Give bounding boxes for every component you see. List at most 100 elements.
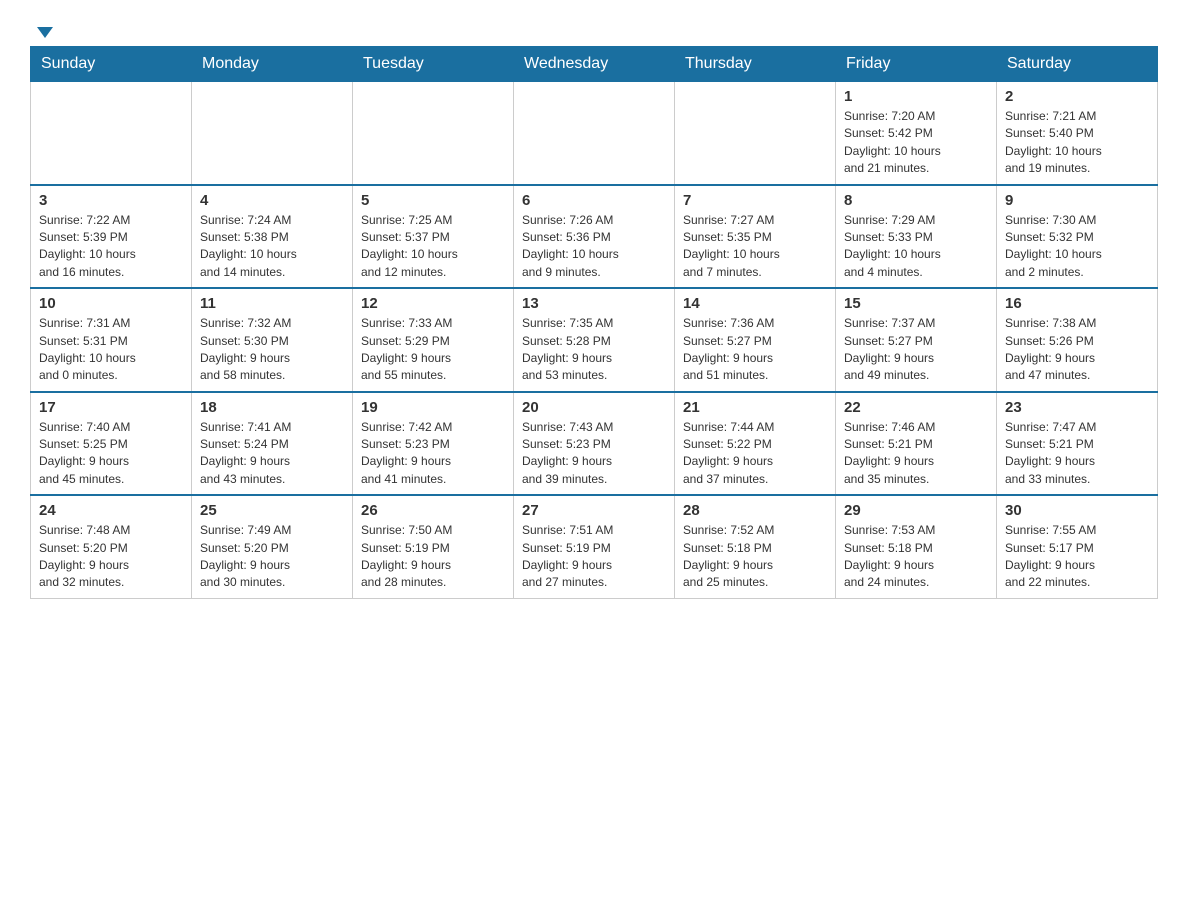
weekday-header-row: SundayMondayTuesdayWednesdayThursdayFrid…	[31, 47, 1158, 82]
calendar-day-cell: 26Sunrise: 7:50 AMSunset: 5:19 PMDayligh…	[353, 495, 514, 598]
day-info: Sunrise: 7:52 AMSunset: 5:18 PMDaylight:…	[683, 522, 827, 592]
calendar-day-cell	[675, 82, 836, 185]
calendar-week-row: 24 Sunrise: 7:48 AMSunset: 5:20 PMDayligh…	[31, 495, 1158, 598]
weekday-header-tuesday: Tuesday	[353, 47, 514, 82]
day-number: 13	[522, 295, 666, 312]
calendar-day-cell: 9 Sunrise: 7:30 AMSunset: 5:32 PMDaylight…	[997, 185, 1158, 289]
day-info: Sunrise: 7:30 AMSunset: 5:32 PMDaylight:…	[1005, 212, 1149, 282]
day-info: Sunrise: 7:47 AMSunset: 5:21 PMDaylight:…	[1005, 419, 1149, 489]
day-info: Sunrise: 7:35 AMSunset: 5:28 PMDaylight:…	[522, 315, 666, 385]
calendar-day-cell	[353, 82, 514, 185]
day-number: 8	[844, 192, 988, 209]
weekday-header-wednesday: Wednesday	[514, 47, 675, 82]
calendar-day-cell: 23 Sunrise: 7:47 AMSunset: 5:21 PMDayligh…	[997, 392, 1158, 496]
calendar-day-cell: 10 Sunrise: 7:31 AMSunset: 5:31 PMDayligh…	[31, 288, 192, 392]
logo	[30, 20, 53, 36]
calendar-day-cell: 19Sunrise: 7:42 AMSunset: 5:23 PMDayligh…	[353, 392, 514, 496]
day-info: Sunrise: 7:49 AMSunset: 5:20 PMDaylight:…	[200, 522, 344, 592]
calendar-day-cell: 18 Sunrise: 7:41 AMSunset: 5:24 PMDayligh…	[192, 392, 353, 496]
day-number: 27	[522, 502, 666, 519]
day-number: 6	[522, 192, 666, 209]
day-info: Sunrise: 7:29 AMSunset: 5:33 PMDaylight:…	[844, 212, 988, 282]
day-number: 19	[361, 399, 505, 416]
day-number: 4	[200, 192, 344, 209]
calendar-day-cell: 24 Sunrise: 7:48 AMSunset: 5:20 PMDayligh…	[31, 495, 192, 598]
day-number: 5	[361, 192, 505, 209]
day-number: 10	[39, 295, 183, 312]
calendar-day-cell: 8 Sunrise: 7:29 AMSunset: 5:33 PMDaylight…	[836, 185, 997, 289]
day-number: 21	[683, 399, 827, 416]
calendar-day-cell	[192, 82, 353, 185]
day-number: 15	[844, 295, 988, 312]
day-info: Sunrise: 7:40 AMSunset: 5:25 PMDaylight:…	[39, 419, 183, 489]
day-number: 30	[1005, 502, 1149, 519]
calendar-day-cell: 5 Sunrise: 7:25 AMSunset: 5:37 PMDaylight…	[353, 185, 514, 289]
day-info: Sunrise: 7:31 AMSunset: 5:31 PMDaylight:…	[39, 315, 183, 385]
day-number: 29	[844, 502, 988, 519]
day-info: Sunrise: 7:33 AMSunset: 5:29 PMDaylight:…	[361, 315, 505, 385]
calendar-day-cell: 11 Sunrise: 7:32 AMSunset: 5:30 PMDayligh…	[192, 288, 353, 392]
calendar-table: SundayMondayTuesdayWednesdayThursdayFrid…	[30, 46, 1158, 599]
day-info: Sunrise: 7:21 AMSunset: 5:40 PMDaylight:…	[1005, 108, 1149, 178]
day-number: 11	[200, 295, 344, 312]
calendar-day-cell: 27 Sunrise: 7:51 AMSunset: 5:19 PMDayligh…	[514, 495, 675, 598]
day-info: Sunrise: 7:46 AMSunset: 5:21 PMDaylight:…	[844, 419, 988, 489]
calendar-day-cell: 21Sunrise: 7:44 AMSunset: 5:22 PMDayligh…	[675, 392, 836, 496]
calendar-day-cell: 2 Sunrise: 7:21 AMSunset: 5:40 PMDaylight…	[997, 82, 1158, 185]
day-info: Sunrise: 7:48 AMSunset: 5:20 PMDaylight:…	[39, 522, 183, 592]
day-number: 9	[1005, 192, 1149, 209]
day-info: Sunrise: 7:25 AMSunset: 5:37 PMDaylight:…	[361, 212, 505, 282]
day-number: 3	[39, 192, 183, 209]
day-info: Sunrise: 7:37 AMSunset: 5:27 PMDaylight:…	[844, 315, 988, 385]
day-info: Sunrise: 7:22 AMSunset: 5:39 PMDaylight:…	[39, 212, 183, 282]
page-header	[30, 20, 1158, 36]
weekday-header-thursday: Thursday	[675, 47, 836, 82]
calendar-day-cell: 15 Sunrise: 7:37 AMSunset: 5:27 PMDayligh…	[836, 288, 997, 392]
calendar-week-row: 17 Sunrise: 7:40 AMSunset: 5:25 PMDayligh…	[31, 392, 1158, 496]
calendar-day-cell: 17 Sunrise: 7:40 AMSunset: 5:25 PMDayligh…	[31, 392, 192, 496]
day-info: Sunrise: 7:38 AMSunset: 5:26 PMDaylight:…	[1005, 315, 1149, 385]
day-number: 23	[1005, 399, 1149, 416]
day-number: 28	[683, 502, 827, 519]
day-info: Sunrise: 7:55 AMSunset: 5:17 PMDaylight:…	[1005, 522, 1149, 592]
calendar-week-row: 10 Sunrise: 7:31 AMSunset: 5:31 PMDayligh…	[31, 288, 1158, 392]
calendar-day-cell: 7 Sunrise: 7:27 AMSunset: 5:35 PMDaylight…	[675, 185, 836, 289]
calendar-day-cell: 16Sunrise: 7:38 AMSunset: 5:26 PMDayligh…	[997, 288, 1158, 392]
calendar-day-cell: 30 Sunrise: 7:55 AMSunset: 5:17 PMDayligh…	[997, 495, 1158, 598]
day-info: Sunrise: 7:27 AMSunset: 5:35 PMDaylight:…	[683, 212, 827, 282]
logo-arrow-icon	[37, 27, 53, 38]
day-number: 22	[844, 399, 988, 416]
calendar-day-cell: 6 Sunrise: 7:26 AMSunset: 5:36 PMDaylight…	[514, 185, 675, 289]
day-number: 7	[683, 192, 827, 209]
calendar-week-row: 1Sunrise: 7:20 AMSunset: 5:42 PMDaylight…	[31, 82, 1158, 185]
day-number: 17	[39, 399, 183, 416]
calendar-day-cell: 12 Sunrise: 7:33 AMSunset: 5:29 PMDayligh…	[353, 288, 514, 392]
weekday-header-monday: Monday	[192, 47, 353, 82]
day-number: 2	[1005, 88, 1149, 105]
calendar-day-cell: 4 Sunrise: 7:24 AMSunset: 5:38 PMDaylight…	[192, 185, 353, 289]
day-number: 12	[361, 295, 505, 312]
calendar-week-row: 3 Sunrise: 7:22 AMSunset: 5:39 PMDaylight…	[31, 185, 1158, 289]
calendar-day-cell: 13 Sunrise: 7:35 AMSunset: 5:28 PMDayligh…	[514, 288, 675, 392]
day-info: Sunrise: 7:24 AMSunset: 5:38 PMDaylight:…	[200, 212, 344, 282]
day-number: 24	[39, 502, 183, 519]
day-info: Sunrise: 7:26 AMSunset: 5:36 PMDaylight:…	[522, 212, 666, 282]
calendar-day-cell: 29Sunrise: 7:53 AMSunset: 5:18 PMDayligh…	[836, 495, 997, 598]
calendar-day-cell: 28 Sunrise: 7:52 AMSunset: 5:18 PMDayligh…	[675, 495, 836, 598]
day-info: Sunrise: 7:41 AMSunset: 5:24 PMDaylight:…	[200, 419, 344, 489]
day-number: 25	[200, 502, 344, 519]
calendar-day-cell: 25 Sunrise: 7:49 AMSunset: 5:20 PMDayligh…	[192, 495, 353, 598]
calendar-day-cell: 3 Sunrise: 7:22 AMSunset: 5:39 PMDaylight…	[31, 185, 192, 289]
day-number: 18	[200, 399, 344, 416]
weekday-header-saturday: Saturday	[997, 47, 1158, 82]
calendar-day-cell: 20Sunrise: 7:43 AMSunset: 5:23 PMDayligh…	[514, 392, 675, 496]
day-info: Sunrise: 7:20 AMSunset: 5:42 PMDaylight:…	[844, 108, 988, 178]
day-info: Sunrise: 7:43 AMSunset: 5:23 PMDaylight:…	[522, 419, 666, 489]
day-info: Sunrise: 7:51 AMSunset: 5:19 PMDaylight:…	[522, 522, 666, 592]
weekday-header-friday: Friday	[836, 47, 997, 82]
day-info: Sunrise: 7:32 AMSunset: 5:30 PMDaylight:…	[200, 315, 344, 385]
calendar-day-cell: 1Sunrise: 7:20 AMSunset: 5:42 PMDaylight…	[836, 82, 997, 185]
calendar-day-cell: 22 Sunrise: 7:46 AMSunset: 5:21 PMDayligh…	[836, 392, 997, 496]
day-number: 14	[683, 295, 827, 312]
day-info: Sunrise: 7:50 AMSunset: 5:19 PMDaylight:…	[361, 522, 505, 592]
